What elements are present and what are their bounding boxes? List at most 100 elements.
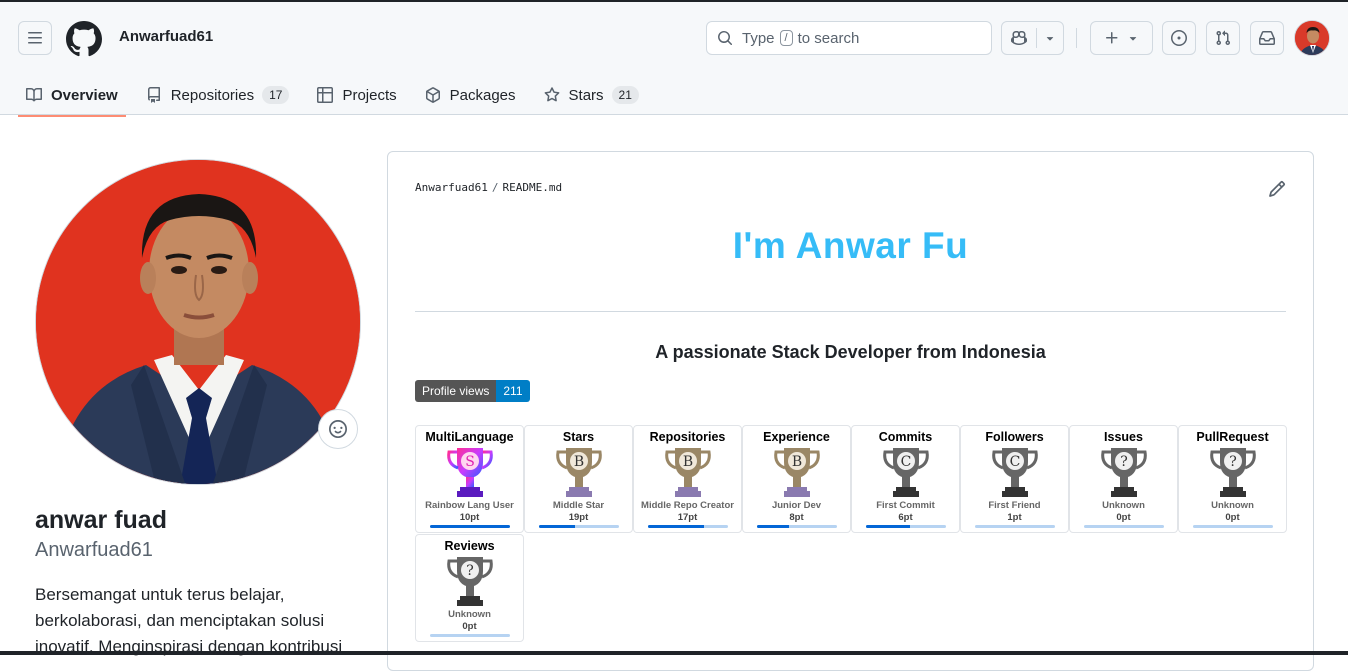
trophy-cup-icon: C bbox=[992, 448, 1038, 497]
tab-label: Packages bbox=[449, 86, 516, 104]
views-count: 211 bbox=[496, 380, 530, 402]
trophy-rank: ? bbox=[1120, 454, 1128, 470]
trophy-card: Followers C First Friend 1pt bbox=[960, 425, 1069, 533]
trophy-rank-name: First Commit bbox=[876, 500, 935, 511]
readme-tagline: A passionate Stack Developer from Indone… bbox=[655, 342, 1046, 362]
edit-pencil-icon[interactable] bbox=[1268, 180, 1286, 198]
trophy-progress-bar bbox=[1084, 525, 1164, 528]
search-input[interactable]: Type / to search bbox=[706, 21, 992, 55]
trophy-progress-bar bbox=[975, 525, 1055, 528]
trophy-rank-name: Middle Star bbox=[552, 500, 605, 511]
trophy-title: PullRequest bbox=[1196, 430, 1269, 444]
trophy-points: 17pt bbox=[677, 512, 698, 523]
tab-label: Projects bbox=[342, 86, 397, 104]
chevron-down-icon bbox=[1129, 37, 1136, 41]
trophy-cup-icon: C bbox=[883, 448, 929, 497]
trophy-rank: ? bbox=[1229, 454, 1237, 470]
trophy-card: PullRequest? Unknown 0pt bbox=[1178, 425, 1287, 533]
trophy-progress-fill bbox=[757, 525, 789, 528]
book-icon bbox=[26, 87, 42, 102]
tab-packages[interactable]: Packages bbox=[417, 74, 524, 116]
trophy-progress-fill bbox=[539, 525, 575, 528]
profile-bio: Bersemangat untuk terus belajar, berkola… bbox=[35, 585, 343, 656]
trophy-title: MultiLanguage bbox=[425, 430, 514, 444]
tab-label: Repositories bbox=[170, 86, 255, 104]
divider bbox=[415, 311, 1286, 312]
trophy-rank: B bbox=[683, 454, 693, 470]
trophy-progress-bar bbox=[757, 525, 837, 528]
trophy-points: 10pt bbox=[459, 512, 480, 523]
trophy-points: 6pt bbox=[898, 512, 913, 523]
profile-login: Anwarfuad61 bbox=[35, 539, 153, 561]
tab-label: Overview bbox=[51, 86, 118, 104]
trophy-card: Stars B Middle Star 19pt bbox=[524, 425, 633, 533]
trophy-progress-fill bbox=[866, 525, 910, 528]
trophy-points: 19pt bbox=[568, 512, 589, 523]
copilot-icon bbox=[1011, 30, 1027, 46]
trophy-rank-name: Middle Repo Creator bbox=[641, 500, 734, 511]
trophy-title: Commits bbox=[878, 430, 933, 444]
trophy-title: Stars bbox=[562, 430, 595, 444]
trophy-rank: B bbox=[792, 454, 802, 470]
trophy-rank-name: Unknown bbox=[1211, 500, 1254, 511]
repositories-counter: 17 bbox=[262, 86, 290, 104]
tab-projects[interactable]: Projects bbox=[309, 74, 404, 116]
trophy-progress-bar bbox=[430, 634, 510, 637]
trophy-card: MultiLanguage S Rainbow Lang User 10pt bbox=[415, 425, 524, 533]
profile-photo-small bbox=[1295, 21, 1329, 55]
trophy-title: Repositories bbox=[649, 430, 726, 444]
trophy-points: 0pt bbox=[462, 621, 477, 632]
copilot-button[interactable] bbox=[1001, 21, 1064, 55]
stars-counter: 21 bbox=[611, 86, 639, 104]
tab-stars[interactable]: Stars 21 bbox=[536, 74, 647, 116]
tab-repositories[interactable]: Repositories 17 bbox=[138, 74, 298, 116]
plus-icon bbox=[1105, 32, 1117, 44]
user-avatar[interactable] bbox=[1294, 20, 1330, 56]
trophy-title: Issues bbox=[1104, 430, 1143, 444]
package-icon bbox=[425, 87, 440, 103]
trophy-progress-fill bbox=[430, 525, 510, 528]
trophy-points: 8pt bbox=[789, 512, 804, 523]
window-edge bbox=[0, 651, 1348, 655]
readme-owner[interactable]: Anwarfuad61 bbox=[415, 181, 488, 194]
trophy-progress-bar bbox=[648, 525, 728, 528]
set-status-button[interactable] bbox=[318, 409, 358, 449]
search-text-before: Type bbox=[742, 29, 775, 47]
trophy-cup-icon: B bbox=[665, 448, 711, 497]
create-new-button[interactable] bbox=[1090, 21, 1153, 55]
hamburger-icon bbox=[28, 32, 42, 44]
trophy-card: Experience B Junior Dev 8pt bbox=[742, 425, 851, 533]
trophy-rank-name: First Friend bbox=[988, 500, 1041, 511]
trophy-progress-bar bbox=[1193, 525, 1273, 528]
github-logo-icon[interactable] bbox=[66, 21, 102, 57]
trophy-card: Commits C First Commit 6pt bbox=[851, 425, 960, 533]
issues-button[interactable] bbox=[1162, 21, 1196, 55]
search-text-after: to search bbox=[797, 29, 860, 47]
trophy-card: Reviews? Unknown 0pt bbox=[415, 534, 524, 642]
tab-label: Stars bbox=[568, 86, 604, 104]
readme-file[interactable]: README.md bbox=[502, 181, 562, 194]
inbox-icon bbox=[1259, 31, 1275, 45]
chevron-down-icon[interactable] bbox=[1043, 30, 1057, 46]
views-label: Profile views bbox=[415, 380, 497, 402]
trophy-cup-icon: ? bbox=[1101, 448, 1147, 497]
profile-avatar[interactable] bbox=[35, 159, 361, 485]
readme-card: Anwarfuad61/README.md I'm Anwar Fu A pas… bbox=[387, 151, 1314, 671]
trophy-rank-name: Junior Dev bbox=[771, 500, 822, 511]
search-shortcut-key: / bbox=[779, 30, 793, 46]
issue-opened-icon bbox=[1171, 30, 1187, 46]
smiley-icon bbox=[329, 420, 347, 438]
profile-tabs: Overview Repositories 17 Projects Packag… bbox=[18, 74, 659, 117]
trophy-points: 1pt bbox=[1007, 512, 1022, 523]
header-username[interactable]: Anwarfuad61 bbox=[119, 28, 213, 45]
trophy-title: Experience bbox=[763, 430, 830, 444]
inbox-button[interactable] bbox=[1250, 21, 1284, 55]
trophy-card: Issues? Unknown 0pt bbox=[1069, 425, 1178, 533]
trophy-progress-bar bbox=[539, 525, 619, 528]
pull-requests-button[interactable] bbox=[1206, 21, 1240, 55]
menu-button[interactable] bbox=[18, 21, 52, 55]
tab-overview[interactable]: Overview bbox=[18, 74, 126, 117]
trophy-title: Followers bbox=[985, 430, 1044, 444]
trophy-cup-icon: B bbox=[556, 448, 602, 497]
trophy-cup-icon: ? bbox=[1210, 448, 1256, 497]
